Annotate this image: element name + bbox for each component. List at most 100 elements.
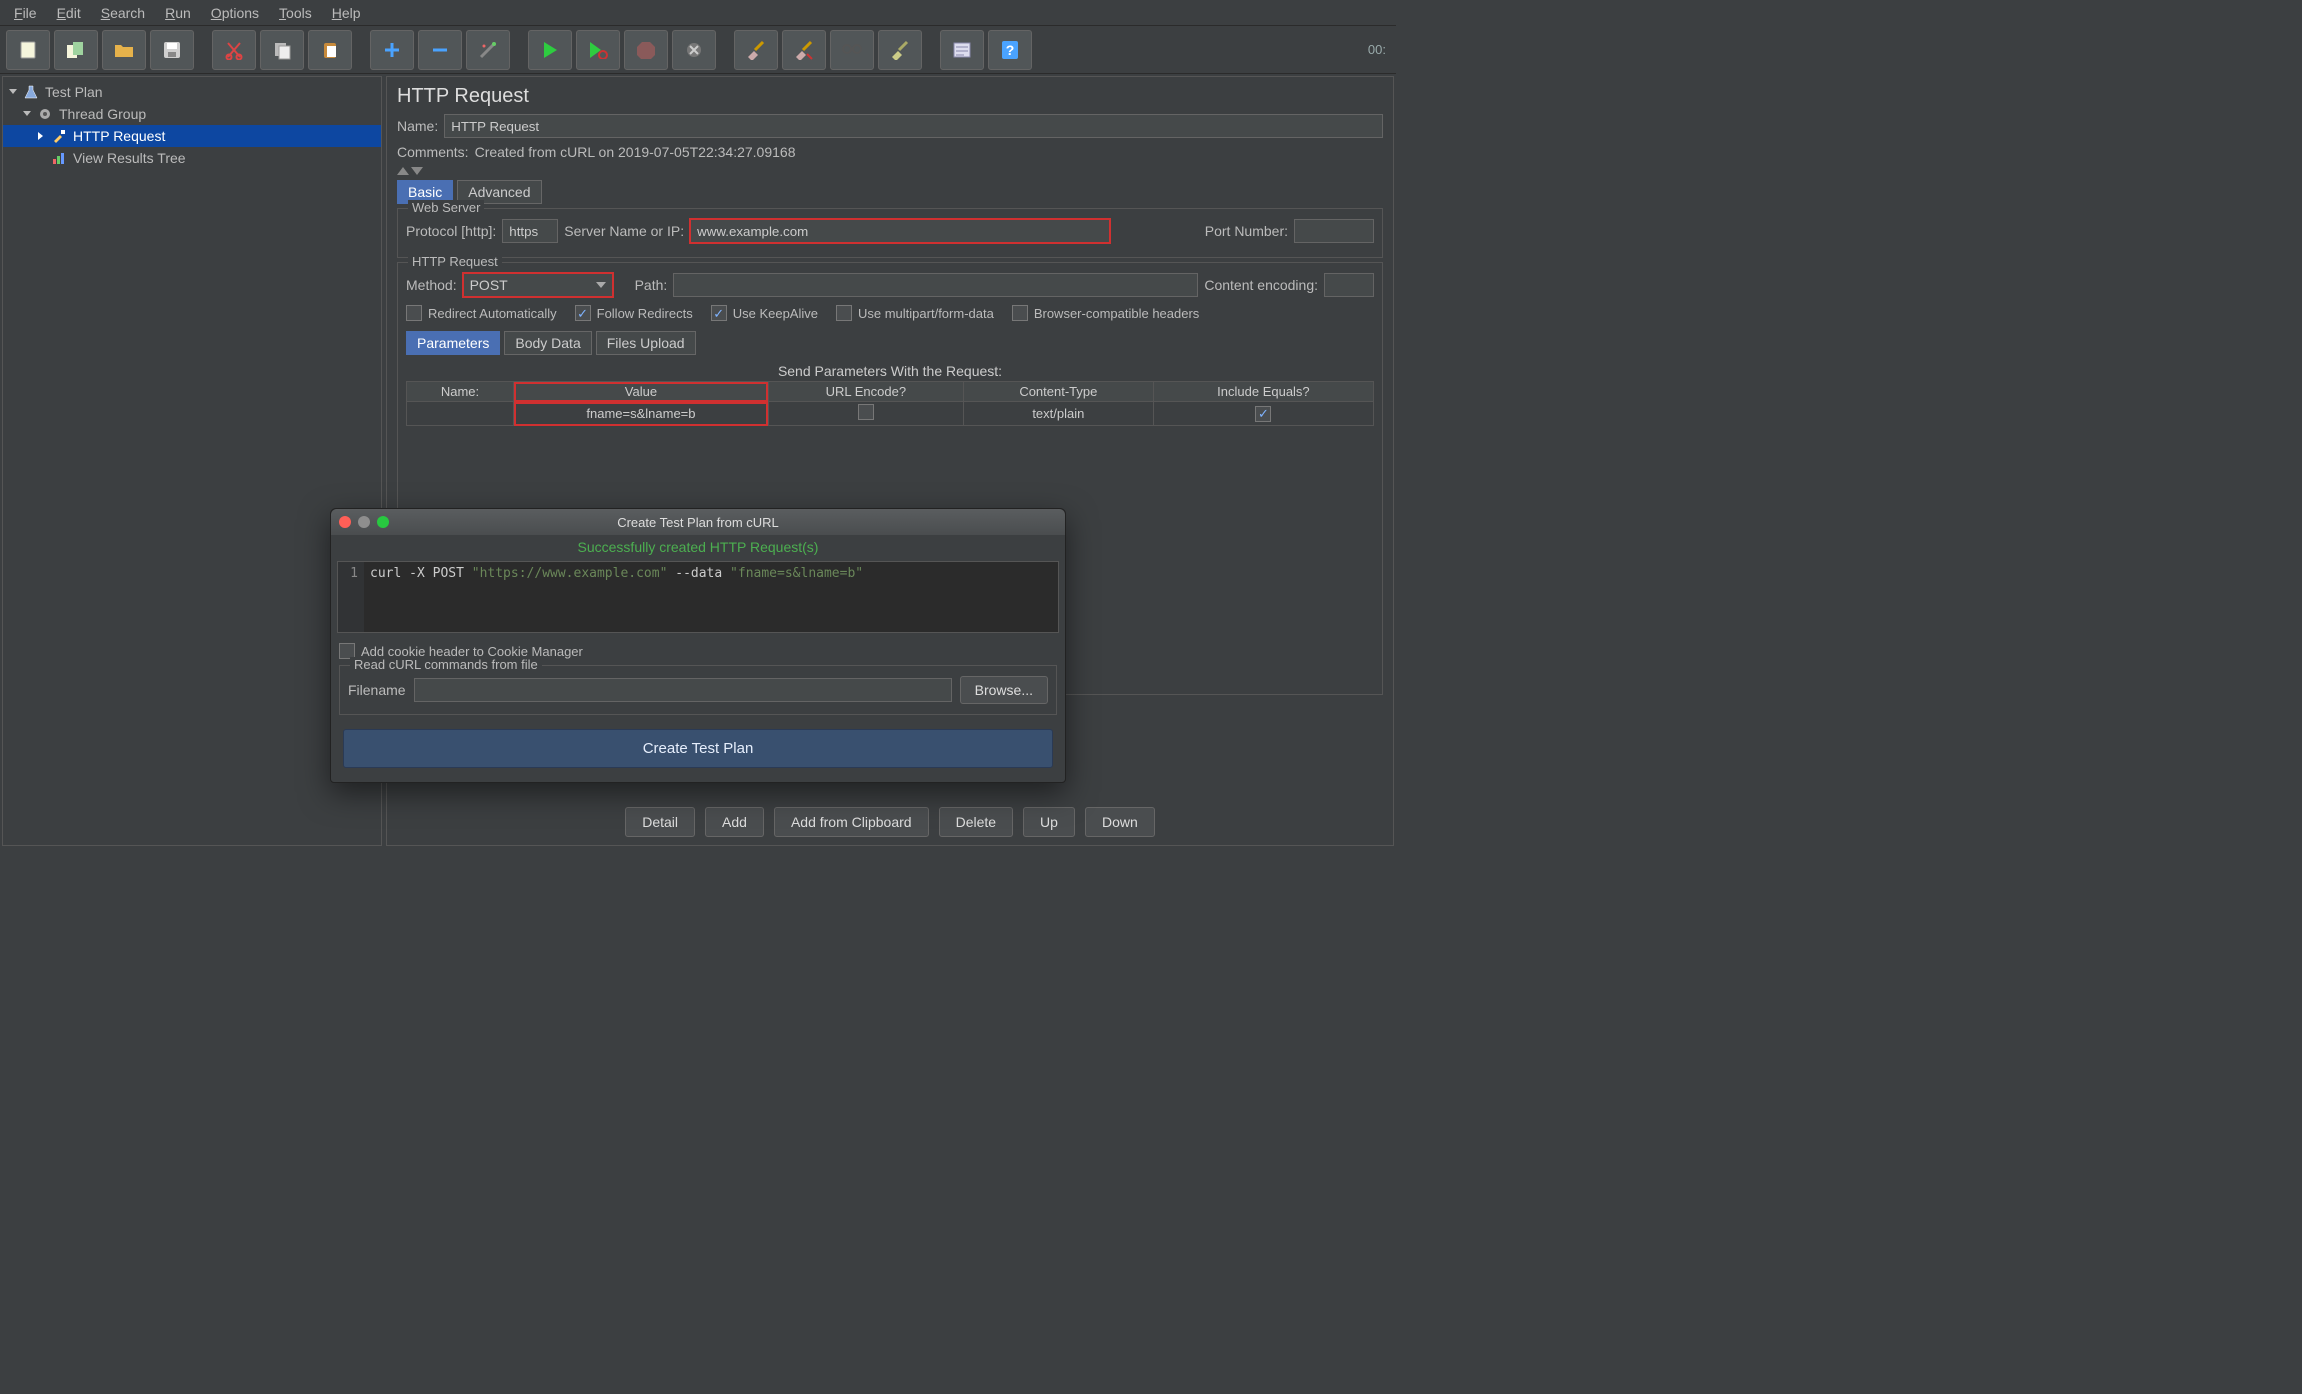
filename-input[interactable] [414,678,952,702]
curl-text-area[interactable]: 1 curl -X POST "https://www.example.com"… [337,561,1059,633]
webserver-legend: Web Server [408,200,484,215]
menu-run[interactable]: Run [155,2,201,24]
splitter-handle[interactable] [397,167,423,175]
checkbox[interactable] [858,404,874,420]
dialog-titlebar[interactable]: Create Test Plan from cURL [331,509,1065,535]
detail-button[interactable]: Detail [625,807,695,837]
add-from-clipboard-button[interactable]: Add from Clipboard [774,807,929,837]
dropper-icon [51,128,67,144]
spacer [35,152,47,164]
menu-tools[interactable]: Tools [269,2,322,24]
params-table-title: Send Parameters With the Request: [406,363,1374,379]
menu-file[interactable]: File [4,2,47,24]
port-input[interactable] [1294,219,1374,243]
toolbar-start-icon[interactable] [528,30,572,70]
toolbar: ? 00: [0,26,1396,74]
expand-icon[interactable] [35,130,47,142]
browse-button[interactable]: Browse... [960,676,1048,704]
protocol-label: Protocol [http]: [406,223,496,239]
toolbar-search-icon[interactable] [830,30,874,70]
col-urlencode[interactable]: URL Encode? [768,382,963,402]
toolbar-wand-icon[interactable] [466,30,510,70]
server-label: Server Name or IP: [564,223,684,239]
browser-headers-checkbox[interactable]: Browser-compatible headers [1012,305,1199,321]
server-name-input[interactable] [690,219,1110,243]
tree-node-thread-group[interactable]: Thread Group [3,103,381,125]
encoding-input[interactable] [1324,273,1374,297]
redirect-auto-checkbox[interactable]: Redirect Automatically [406,305,557,321]
keepalive-checkbox[interactable]: Use KeepAlive [711,305,818,321]
svg-text:?: ? [1006,42,1015,58]
expand-icon[interactable] [7,86,19,98]
menu-help[interactable]: Help [322,2,371,24]
toolbar-clear-all-icon[interactable] [782,30,826,70]
menu-options[interactable]: Options [201,2,269,24]
tab-parameters[interactable]: Parameters [406,331,500,355]
follow-redirects-checkbox[interactable]: Follow Redirects [575,305,693,321]
col-value[interactable]: Value [514,382,769,402]
table-row[interactable]: fname=s&lname=b text/plain [407,402,1374,426]
col-content-type[interactable]: Content-Type [963,382,1153,402]
toolbar-help-icon[interactable]: ? [988,30,1032,70]
editor-title: HTTP Request [397,85,1383,108]
method-select[interactable]: POST [463,273,613,297]
toolbar-function-helper-icon[interactable] [940,30,984,70]
create-test-plan-button[interactable]: Create Test Plan [343,729,1053,768]
comments-label: Comments: [397,144,469,160]
method-label: Method: [406,277,457,293]
menu-search[interactable]: Search [91,2,155,24]
params-table[interactable]: Name: Value URL Encode? Content-Type Inc… [406,381,1374,426]
tab-body-data[interactable]: Body Data [504,331,591,355]
toolbar-start-no-timers-icon[interactable] [576,30,620,70]
cell-urlencode[interactable] [768,402,963,426]
comments-text: Created from cURL on 2019-07-05T22:34:27… [475,144,796,160]
tree-node-view-results[interactable]: View Results Tree [3,147,381,169]
chevron-down-icon [596,282,606,288]
toolbar-paste-icon[interactable] [308,30,352,70]
cell-content-type[interactable]: text/plain [963,402,1153,426]
checkbox[interactable] [1255,406,1271,422]
curl-code[interactable]: curl -X POST "https://www.example.com" -… [364,562,1058,632]
dialog-title: Create Test Plan from cURL [617,515,779,530]
toolbar-stop-icon[interactable] [624,30,668,70]
toolbar-new-icon[interactable] [6,30,50,70]
down-button[interactable]: Down [1085,807,1155,837]
config-tabs: Basic Advanced [397,180,1383,204]
test-plan-tree[interactable]: Test Plan Thread Group HTTP Request View… [2,76,382,846]
dialog-success-message: Successfully created HTTP Request(s) [331,535,1065,559]
tree-node-test-plan[interactable]: Test Plan [3,81,381,103]
toolbar-reset-search-icon[interactable] [878,30,922,70]
webserver-section: Web Server Protocol [http]: Server Name … [397,208,1383,258]
cell-value[interactable]: fname=s&lname=b [514,402,769,426]
toolbar-templates-icon[interactable] [54,30,98,70]
protocol-input[interactable] [502,219,558,243]
multipart-checkbox[interactable]: Use multipart/form-data [836,305,994,321]
name-input[interactable] [444,114,1383,138]
http-flags-row: Redirect Automatically Follow Redirects … [406,305,1374,321]
toolbar-add-icon[interactable] [370,30,414,70]
up-button[interactable]: Up [1023,807,1075,837]
add-button[interactable]: Add [705,807,764,837]
toolbar-remove-icon[interactable] [418,30,462,70]
window-controls [339,516,389,528]
tree-node-http-request[interactable]: HTTP Request [3,125,381,147]
cell-include-equals[interactable] [1153,402,1373,426]
delete-button[interactable]: Delete [939,807,1013,837]
close-icon[interactable] [339,516,351,528]
minimize-icon[interactable] [358,516,370,528]
toolbar-clear-icon[interactable] [734,30,778,70]
col-include-equals[interactable]: Include Equals? [1153,382,1373,402]
tab-files-upload[interactable]: Files Upload [596,331,696,355]
toolbar-cut-icon[interactable] [212,30,256,70]
toolbar-shutdown-icon[interactable] [672,30,716,70]
curl-import-dialog: Create Test Plan from cURL Successfully … [330,508,1066,783]
zoom-icon[interactable] [377,516,389,528]
cell-name[interactable] [407,402,514,426]
expand-icon[interactable] [21,108,33,120]
toolbar-copy-icon[interactable] [260,30,304,70]
menu-edit[interactable]: Edit [47,2,91,24]
toolbar-save-icon[interactable] [150,30,194,70]
col-name[interactable]: Name: [407,382,514,402]
toolbar-open-icon[interactable] [102,30,146,70]
path-input[interactable] [673,273,1198,297]
